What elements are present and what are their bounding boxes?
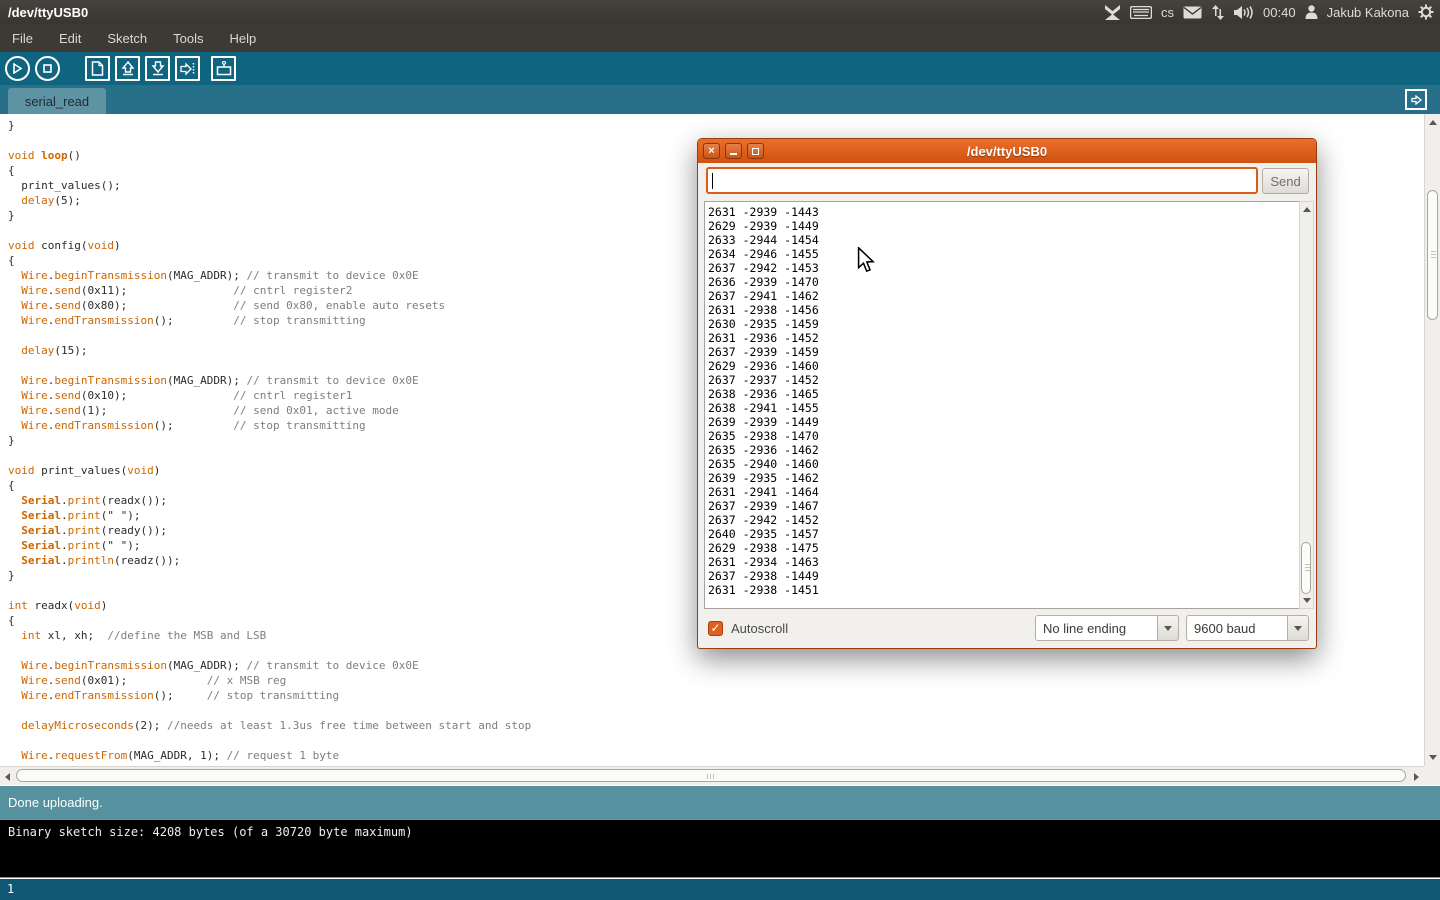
volume-icon[interactable] — [1234, 5, 1254, 20]
send-button[interactable]: Send — [1262, 168, 1309, 194]
desktop: /dev/ttyUSB0 cs 00:40 Jakub Kakona File … — [0, 0, 1440, 900]
autoscroll-checkbox[interactable]: ✓ — [708, 621, 723, 636]
menu-edit[interactable]: Edit — [59, 31, 81, 46]
serial-monitor-footer: ✓ Autoscroll No line ending 9600 baud — [698, 609, 1316, 648]
line-number-bar: 1 — [0, 879, 1440, 900]
menu-file[interactable]: File — [12, 31, 33, 46]
line-ending-select[interactable]: No line ending — [1035, 615, 1158, 641]
clock[interactable]: 00:40 — [1263, 5, 1296, 20]
serial-scroll-up-icon[interactable] — [1303, 207, 1311, 212]
check-icon: ✓ — [710, 621, 720, 635]
serial-scroll-down-icon[interactable] — [1303, 598, 1311, 603]
menu-help[interactable]: Help — [229, 31, 256, 46]
baud-rate-select[interactable]: 9600 baud — [1186, 615, 1288, 641]
chevron-down-icon — [1294, 626, 1302, 631]
new-document-icon — [91, 61, 104, 76]
app-indicator-icon[interactable] — [1104, 5, 1121, 20]
open-sketch-button[interactable] — [115, 56, 140, 81]
toolbar — [0, 52, 1440, 85]
tab-serial-read[interactable]: serial_read — [8, 88, 106, 114]
editor-horizontal-scrollbar[interactable] — [0, 766, 1424, 785]
serial-monitor-button[interactable] — [211, 56, 236, 81]
tab-menu-button[interactable] — [1405, 89, 1427, 110]
code-content: } void loop(){ print_values(); delay(5);… — [8, 118, 531, 763]
window-title: /dev/ttyUSB0 — [8, 5, 88, 20]
scrollbar-corner — [1424, 766, 1440, 785]
menu-sketch[interactable]: Sketch — [107, 31, 147, 46]
current-line-number: 1 — [7, 882, 14, 896]
serial-output-area[interactable]: 2631 -2939 -14432629 -2939 -14492633 -29… — [704, 201, 1300, 609]
arrow-up-icon — [121, 61, 135, 76]
line-ending-dropdown-button[interactable] — [1158, 615, 1179, 641]
menu-tools[interactable]: Tools — [173, 31, 203, 46]
serial-send-input[interactable] — [706, 167, 1258, 194]
minimize-button[interactable] — [725, 143, 742, 159]
arrow-down-icon — [151, 61, 165, 76]
tab-bar: serial_read — [0, 85, 1440, 114]
send-button-label: Send — [1270, 174, 1300, 189]
editor-vertical-scrollbar[interactable] — [1424, 114, 1440, 766]
status-message: Done uploading. — [8, 795, 103, 810]
stop-icon — [43, 64, 52, 73]
mail-icon[interactable] — [1183, 6, 1202, 19]
system-bar: /dev/ttyUSB0 cs 00:40 Jakub Kakona — [0, 0, 1440, 24]
play-icon — [12, 63, 23, 74]
tab-menu-arrow-icon — [1411, 95, 1422, 105]
session-gear-icon[interactable] — [1418, 4, 1434, 20]
line-ending-value: No line ending — [1043, 621, 1126, 636]
scroll-left-arrow-icon[interactable] — [5, 773, 10, 781]
editor-vscroll-thumb[interactable] — [1427, 190, 1438, 320]
console-output: Binary sketch size: 4208 bytes (of a 307… — [0, 819, 1440, 878]
serial-vscroll-thumb[interactable] — [1301, 542, 1311, 594]
verify-button[interactable] — [5, 56, 30, 81]
scroll-down-arrow-icon[interactable] — [1429, 755, 1437, 760]
mouse-cursor — [857, 247, 877, 273]
tab-label: serial_read — [25, 94, 89, 109]
stop-button[interactable] — [35, 56, 60, 81]
serial-monitor-icon — [216, 61, 232, 76]
user-icon — [1305, 5, 1318, 19]
system-tray: cs 00:40 Jakub Kakona — [1104, 0, 1434, 24]
serial-output-lines: 2631 -2939 -14432629 -2939 -14492633 -29… — [708, 205, 819, 597]
autoscroll-label: Autoscroll — [731, 621, 788, 636]
text-caret — [712, 173, 713, 189]
maximize-icon — [752, 148, 759, 155]
menu-bar: File Edit Sketch Tools Help — [0, 24, 1440, 52]
upload-button[interactable] — [175, 56, 200, 81]
status-bar: Done uploading. — [0, 786, 1440, 819]
baud-rate-value: 9600 baud — [1194, 621, 1255, 636]
serial-vertical-scrollbar[interactable] — [1299, 201, 1314, 609]
scroll-up-arrow-icon[interactable] — [1429, 120, 1437, 125]
minimize-icon — [730, 153, 737, 155]
serial-monitor-window: /dev/ttyUSB0 × Send 2631 -2939 -14432629… — [697, 138, 1317, 649]
baud-dropdown-button[interactable] — [1288, 615, 1309, 641]
serial-monitor-titlebar[interactable]: /dev/ttyUSB0 × — [698, 139, 1316, 163]
chevron-down-icon — [1164, 626, 1172, 631]
console-text: Binary sketch size: 4208 bytes (of a 307… — [8, 825, 413, 839]
save-sketch-button[interactable] — [145, 56, 170, 81]
maximize-button[interactable] — [747, 143, 764, 159]
serial-monitor-title: /dev/ttyUSB0 — [698, 144, 1316, 159]
scroll-right-arrow-icon[interactable] — [1414, 773, 1419, 781]
close-icon: × — [708, 146, 714, 157]
arrow-right-icon — [180, 62, 195, 76]
new-sketch-button[interactable] — [85, 56, 110, 81]
keyboard-layout-icon[interactable] — [1130, 6, 1152, 19]
editor-hscroll-thumb[interactable] — [16, 769, 1406, 782]
close-button[interactable]: × — [703, 143, 720, 159]
user-name[interactable]: Jakub Kakona — [1327, 5, 1409, 20]
keyboard-layout-label[interactable]: cs — [1161, 5, 1174, 20]
network-sync-icon[interactable] — [1211, 5, 1225, 20]
